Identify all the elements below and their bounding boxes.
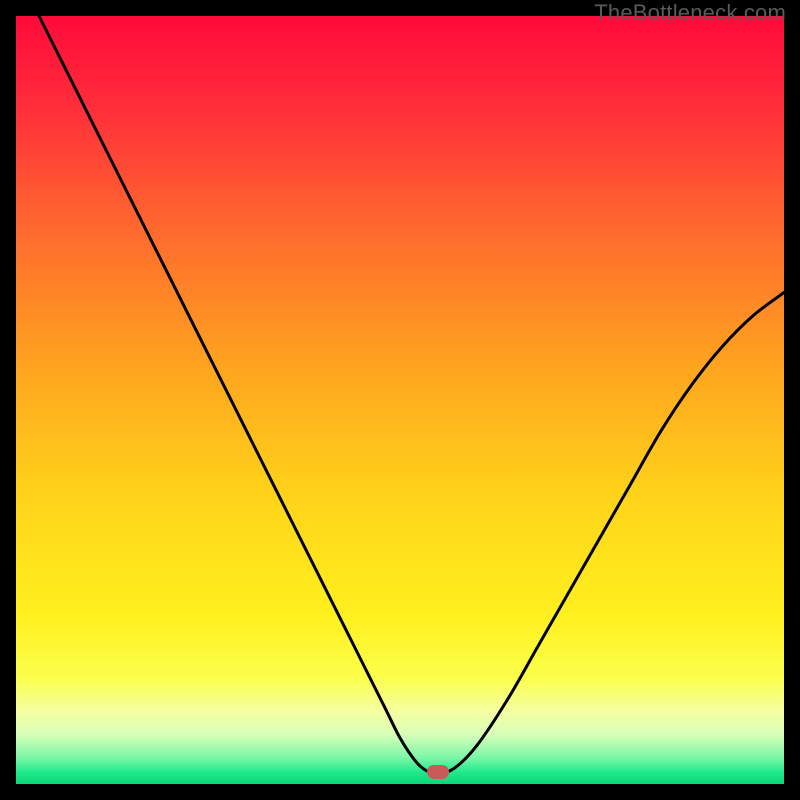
chart-frame: TheBottleneck.com (0, 0, 800, 800)
watermark-text: TheBottleneck.com (594, 0, 786, 26)
bottleneck-curve (16, 16, 784, 784)
optimum-marker (427, 765, 449, 779)
plot-area (16, 16, 784, 784)
